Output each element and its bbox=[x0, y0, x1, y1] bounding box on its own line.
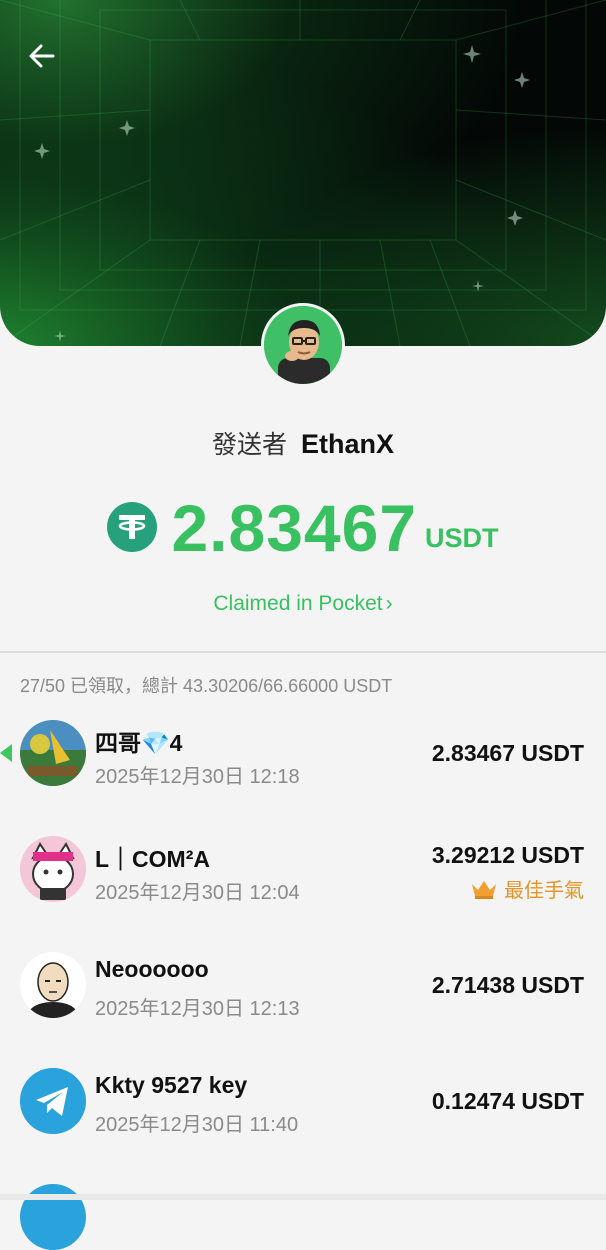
claimed-in-pocket-link[interactable]: Claimed in Pocket › bbox=[0, 592, 606, 616]
best-luck-label: 最佳手氣 bbox=[504, 880, 584, 902]
user-avatar bbox=[20, 1068, 86, 1134]
user-avatar bbox=[20, 952, 86, 1018]
bottom-edge-bar bbox=[0, 1194, 606, 1200]
pink-cat-avatar-icon bbox=[20, 836, 86, 902]
sender-line: 發送者 EthanX bbox=[0, 426, 606, 463]
sender-avatar bbox=[261, 303, 345, 387]
header-banner bbox=[0, 0, 606, 346]
sender-label: 發送者 bbox=[211, 431, 287, 459]
user-name: Kkty 9527 key bbox=[95, 1072, 248, 1098]
user-name: L｜COM²A bbox=[95, 846, 210, 872]
telegram-icon bbox=[20, 1068, 86, 1134]
section-divider bbox=[0, 651, 606, 653]
claim-row[interactable]: 四哥💎4 2025年12月30日 12:18 2.83467 USDT bbox=[0, 720, 606, 820]
landscape-avatar-icon bbox=[20, 720, 86, 786]
user-avatar bbox=[20, 836, 86, 902]
amount-unit: USDT bbox=[425, 523, 499, 553]
crown-icon bbox=[472, 880, 496, 899]
user-avatar bbox=[20, 720, 86, 786]
grid-tunnel-background bbox=[0, 0, 606, 346]
back-button[interactable] bbox=[22, 36, 62, 76]
back-arrow-icon[interactable] bbox=[27, 41, 57, 71]
claim-summary: 27/50 已領取，總計 43.30206/66.66000 USDT bbox=[20, 676, 393, 696]
best-luck-badge: 最佳手氣 bbox=[470, 874, 584, 903]
claim-time: 2025年12月30日 11:40 bbox=[95, 1114, 299, 1136]
amount-row: 2.83467 USDT bbox=[0, 490, 606, 566]
claim-row[interactable]: L｜COM²A 2025年12月30日 12:04 3.29212 USDT 最… bbox=[0, 836, 606, 936]
claim-amount: 3.29212 USDT bbox=[431, 842, 584, 868]
claim-time: 2025年12月30日 12:18 bbox=[95, 766, 300, 788]
user-name: 四哥💎4 bbox=[95, 730, 183, 756]
received-amount: 2.83467 bbox=[171, 491, 418, 565]
claim-amount: 0.12474 USDT bbox=[431, 1088, 584, 1114]
claim-amount: 2.83467 USDT bbox=[431, 740, 584, 766]
claim-row[interactable]: Neoooooo 2025年12月30日 12:13 2.71438 USDT bbox=[0, 952, 606, 1052]
claim-time: 2025年12月30日 12:04 bbox=[95, 882, 300, 904]
user-name: Neoooooo bbox=[95, 956, 209, 982]
cartoon-man-avatar-icon bbox=[264, 306, 342, 384]
claimed-in-pocket-label[interactable]: Claimed in Pocket bbox=[213, 592, 382, 615]
claim-time: 2025年12月30日 12:13 bbox=[95, 998, 300, 1020]
claim-amount: 2.71438 USDT bbox=[431, 972, 584, 998]
chevron-right-icon[interactable]: › bbox=[386, 592, 393, 615]
sender-name: EthanX bbox=[301, 429, 395, 459]
claim-row[interactable]: Kkty 9527 key 2025年12月30日 11:40 0.12474 … bbox=[0, 1068, 606, 1168]
bald-hero-avatar-icon bbox=[20, 952, 86, 1018]
tether-icon bbox=[107, 502, 158, 552]
